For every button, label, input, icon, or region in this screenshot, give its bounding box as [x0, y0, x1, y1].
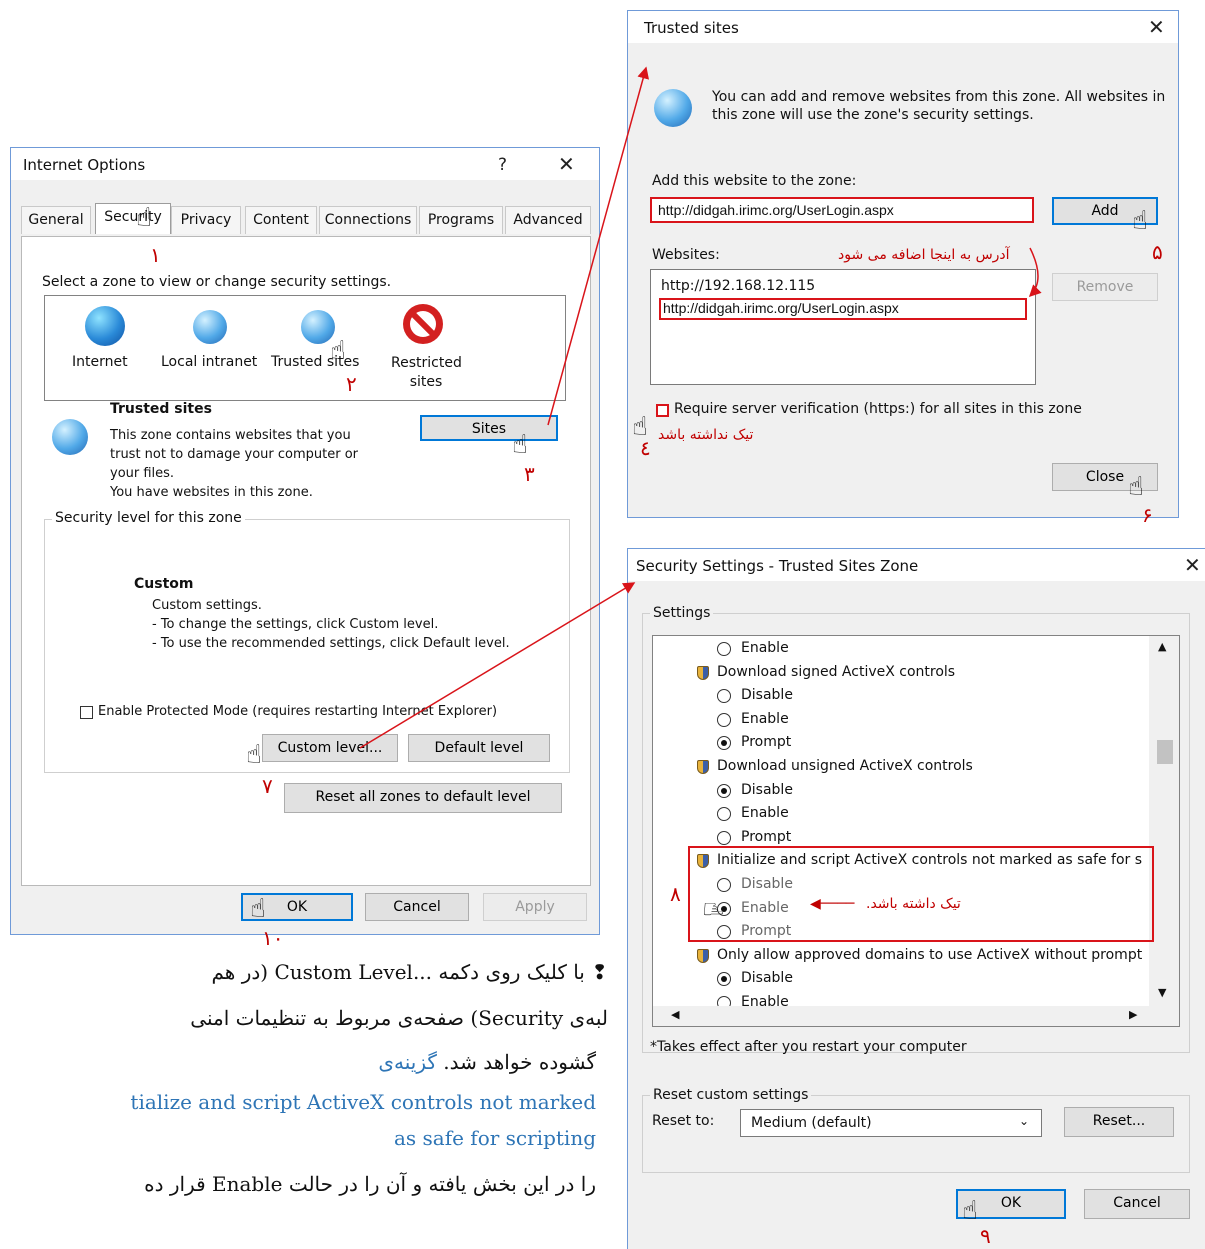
paragraph-line-6: را در این بخش یافته و آن را در حالت Enab… — [144, 1172, 596, 1196]
hand-cursor-icon: ☝ — [330, 336, 346, 366]
step-number-5: ۵ — [1152, 240, 1163, 264]
step-number-4: ٤ — [640, 436, 651, 460]
hand-cursor-icon: ☝ — [136, 203, 152, 233]
arrow-to-website-list — [1028, 247, 1042, 298]
bullet-icon: ❢ — [591, 960, 608, 984]
paragraph-line-5: as safe for scripting — [393, 1126, 596, 1150]
step-number-3: ۳ — [524, 462, 535, 486]
hand-cursor-icon: ☝ — [696, 901, 727, 917]
paragraph-line-4: tialize and script ActiveX controls not … — [130, 1090, 596, 1114]
step-number-10: ۱۰ — [262, 926, 284, 950]
hand-cursor-icon: ☝ — [962, 1196, 978, 1226]
hand-cursor-icon: ☝ — [1132, 206, 1148, 236]
step-number-8: ۸ — [670, 882, 681, 906]
hand-cursor-icon: ☝ — [246, 740, 262, 770]
step-number-2: ۲ — [346, 372, 357, 396]
hand-cursor-icon: ☝ — [250, 894, 266, 924]
step-number-7: ۷ — [262, 774, 273, 798]
arrow-to-trusted-sites — [547, 66, 650, 426]
hand-cursor-icon: ☝ — [1128, 472, 1144, 502]
paragraph-line-2: لبه‌ی Security) صفحه‌ی مربوط به تنظیمات … — [190, 1006, 608, 1030]
paragraph-line-3: گشوده خواهد شد. گزینه‌ی — [378, 1050, 596, 1074]
step-number-9: ۹ — [980, 1224, 991, 1248]
step-number-1: ۱ — [150, 243, 161, 267]
arrow-to-security-settings — [359, 582, 636, 749]
step-number-6: ۶ — [1142, 503, 1153, 527]
explanation-paragraph: ❢ با کلیک روی دکمه ...Custom Level (در ه… — [0, 950, 608, 1249]
hand-cursor-icon: ☝ — [512, 430, 528, 460]
paragraph-line-1: ❢ با کلیک روی دکمه ...Custom Level (در ه… — [211, 960, 608, 984]
